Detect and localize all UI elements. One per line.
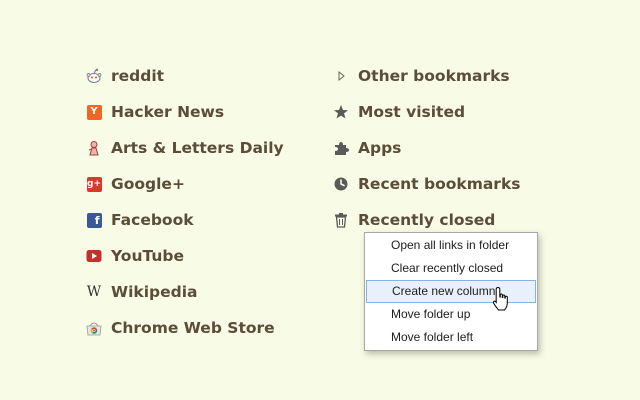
- folder-label: Recently closed: [358, 211, 496, 229]
- wikipedia-icon: W: [86, 284, 102, 300]
- folder-most-visited[interactable]: Most visited: [333, 94, 520, 130]
- triangle-right-icon: [333, 68, 349, 84]
- clock-icon: [333, 176, 349, 192]
- bookmark-hacker-news[interactable]: Y Hacker News: [86, 94, 284, 130]
- menu-item-move-folder-left[interactable]: Move folder left: [366, 326, 536, 349]
- bookmark-label: YouTube: [111, 247, 184, 265]
- folder-label: Apps: [358, 139, 402, 157]
- folder-apps[interactable]: Apps: [333, 130, 520, 166]
- menu-item-clear-recently-closed[interactable]: Clear recently closed: [366, 257, 536, 280]
- bookmark-arts-letters-daily[interactable]: Arts & Letters Daily: [86, 130, 284, 166]
- bookmarks-column-left: reddit Y Hacker News Arts & Letters Dail…: [86, 58, 284, 346]
- star-icon: [333, 104, 349, 120]
- folder-label: Other bookmarks: [358, 67, 510, 85]
- facebook-icon: f: [86, 212, 102, 228]
- folder-other-bookmarks[interactable]: Other bookmarks: [333, 58, 520, 94]
- bookmark-reddit[interactable]: reddit: [86, 58, 284, 94]
- bookmark-youtube[interactable]: YouTube: [86, 238, 284, 274]
- folder-recent-bookmarks[interactable]: Recent bookmarks: [333, 166, 520, 202]
- puzzle-icon: [333, 140, 349, 156]
- bookmark-label: Arts & Letters Daily: [111, 139, 284, 157]
- bookmark-label: Chrome Web Store: [111, 319, 275, 337]
- bookmark-wikipedia[interactable]: W Wikipedia: [86, 274, 284, 310]
- youtube-icon: [86, 248, 102, 264]
- bookmark-label: Google+: [111, 175, 185, 193]
- bookmark-google-plus[interactable]: g+ Google+: [86, 166, 284, 202]
- reddit-icon: [86, 68, 102, 84]
- bookmark-chrome-web-store[interactable]: Chrome Web Store: [86, 310, 284, 346]
- bookmark-label: Wikipedia: [111, 283, 198, 301]
- google-plus-icon: g+: [86, 176, 102, 192]
- bookmark-label: Hacker News: [111, 103, 225, 121]
- bookmark-facebook[interactable]: f Facebook: [86, 202, 284, 238]
- folder-label: Recent bookmarks: [358, 175, 521, 193]
- trash-icon: [333, 212, 349, 228]
- chrome-web-store-icon: [86, 320, 102, 336]
- bookmark-label: reddit: [111, 67, 165, 85]
- arts-letters-daily-icon: [86, 140, 102, 156]
- folder-label: Most visited: [358, 103, 466, 121]
- hacker-news-icon: Y: [86, 104, 102, 120]
- bookmark-label: Facebook: [111, 211, 194, 229]
- hand-cursor-icon: [492, 286, 508, 311]
- bookmarks-column-right: Other bookmarks Most visited Apps Recent…: [333, 58, 520, 238]
- menu-item-open-all-links[interactable]: Open all links in folder: [366, 234, 536, 257]
